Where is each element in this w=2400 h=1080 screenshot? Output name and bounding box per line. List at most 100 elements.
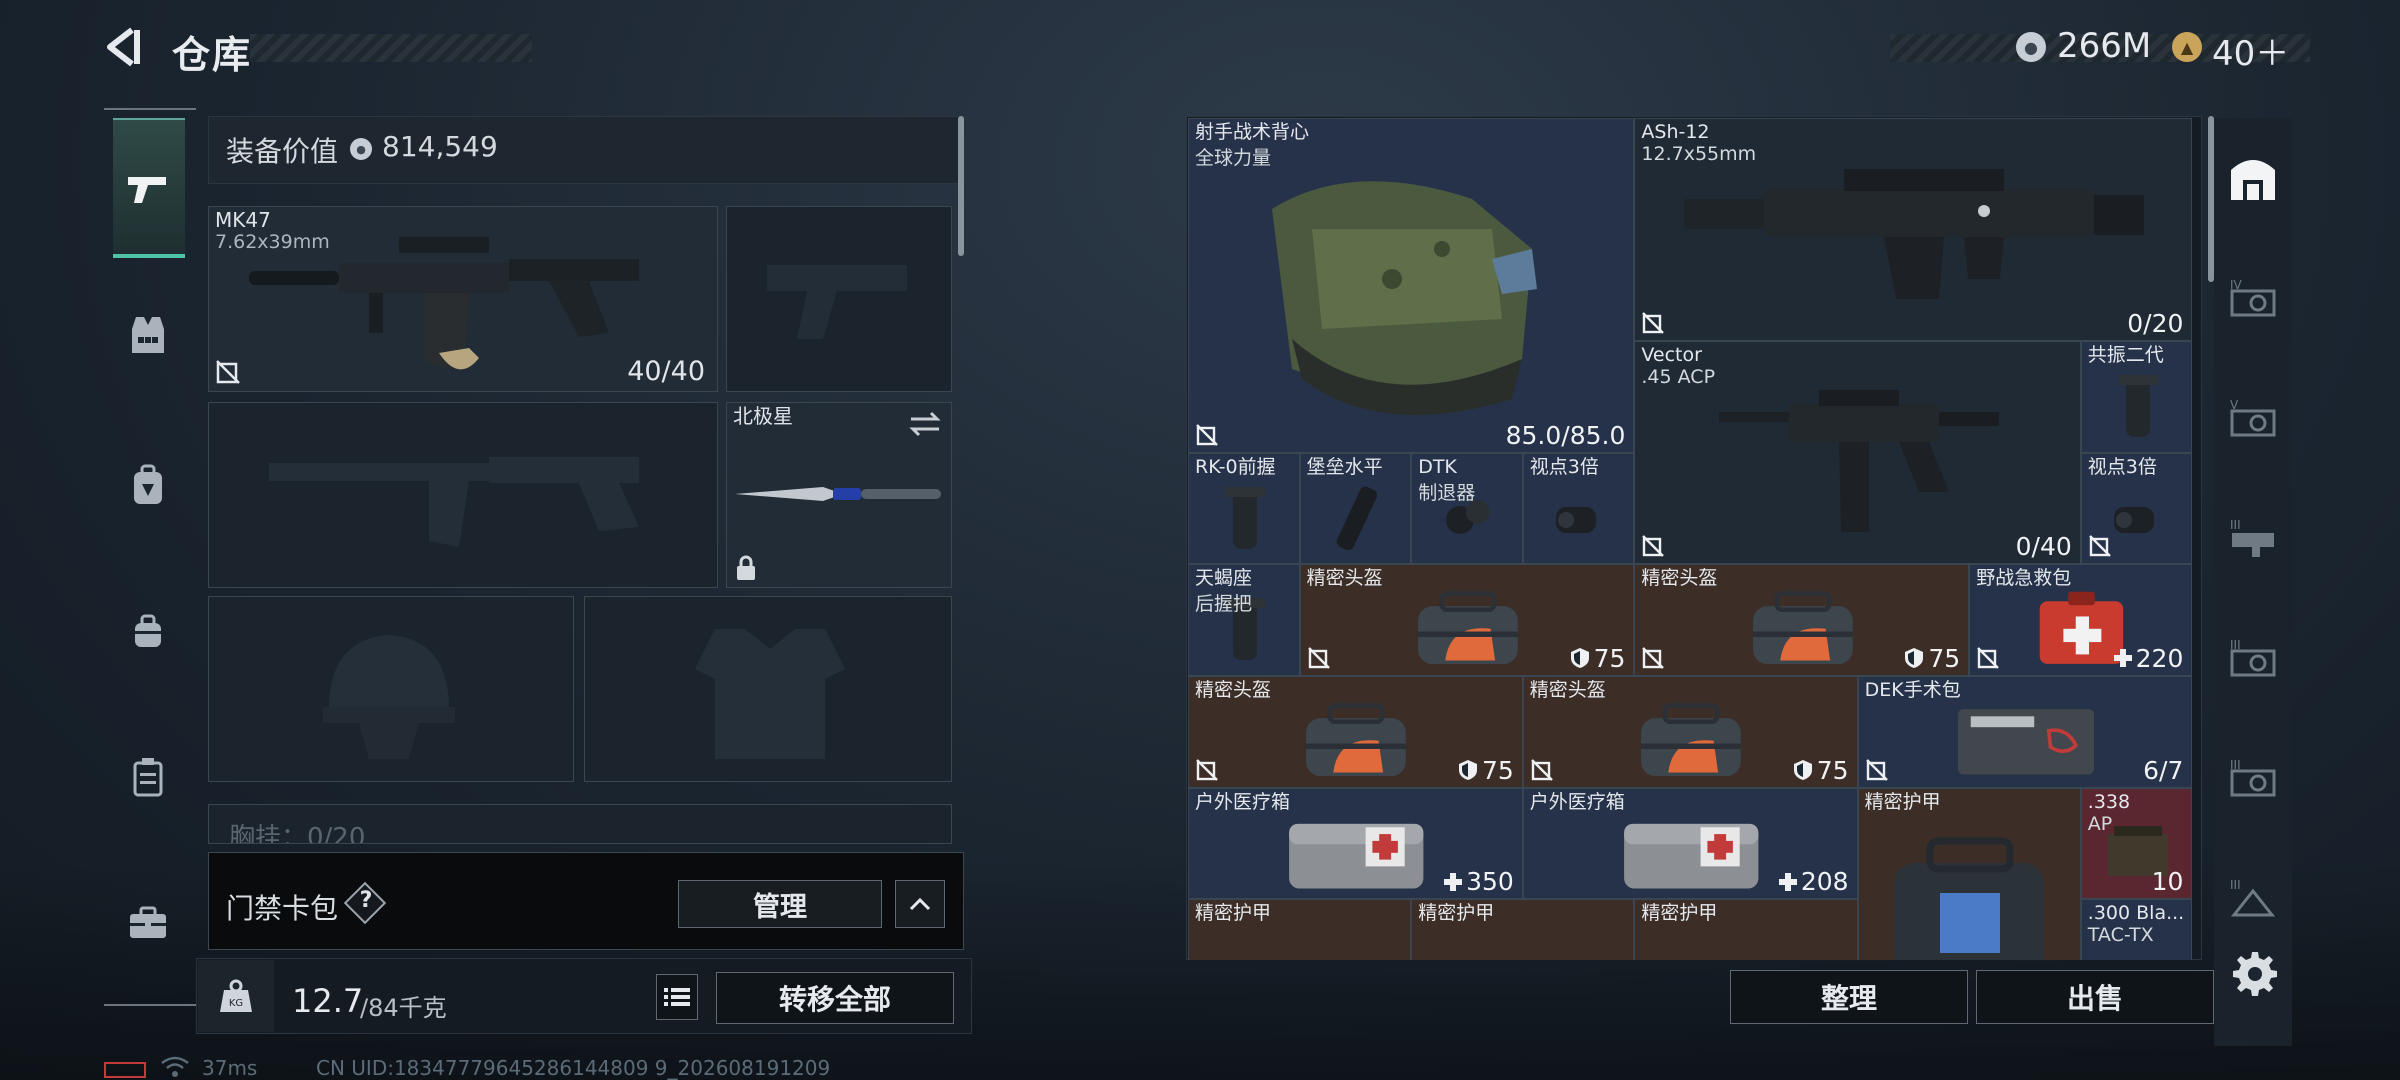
tab-shelf-iii-b[interactable]: III — [2222, 626, 2284, 688]
manage-button[interactable]: 管理 — [678, 880, 882, 928]
stash-item[interactable]: 精密头盔 75 — [1188, 676, 1523, 788]
stash-item[interactable]: 户外医疗箱 350 — [1188, 787, 1523, 900]
item-name: 精密头盔 — [1529, 679, 1606, 701]
page-title: 仓库 — [172, 33, 253, 77]
nav-toolbox[interactable] — [112, 888, 184, 958]
not-insured-icon — [1976, 646, 2000, 670]
item-value: 0/20 — [2127, 309, 2183, 338]
tube-image — [1326, 483, 1386, 553]
primary-weapon-slot[interactable]: MK47 7.62x39mm 40/40 — [208, 206, 718, 392]
nav-weapons[interactable] — [112, 155, 184, 225]
gold-currency-value[interactable]: 40＋ — [2212, 26, 2289, 75]
not-insured-icon — [1530, 758, 1554, 782]
stash-item[interactable]: 精密护甲 — [1188, 899, 1412, 960]
item-value-text: 350 — [1466, 867, 1514, 897]
stash-item[interactable]: ASh-12 12.7x55mm 0/20 — [1634, 118, 2193, 342]
silver-coin-icon: ● — [2016, 32, 2046, 62]
stash-item[interactable]: 精密护甲 — [1857, 787, 2081, 960]
item-value: 75 — [1904, 644, 1960, 673]
item-name: 精密护甲 — [1641, 902, 1718, 925]
stash-item[interactable]: 射手战术背心 全球力量 85.0/85.0 — [1188, 118, 1635, 453]
rifle-slot-empty[interactable] — [208, 402, 718, 588]
tab-shelf-iv[interactable]: IV — [2222, 266, 2284, 328]
rifle-image — [249, 237, 639, 370]
item-subtitle: TAC-TX — [2087, 924, 2154, 947]
armor-placeholder-icon — [695, 629, 845, 759]
lock-icon — [737, 555, 755, 580]
stash-item[interactable]: 精密头盔 75 — [1522, 676, 1858, 788]
item-value: 0/40 — [2016, 532, 2072, 561]
stash-item[interactable]: 野战急救包 220 — [1969, 564, 2193, 676]
stash-item[interactable]: 天蝎座 后握把 — [1188, 564, 1300, 676]
stash-item[interactable]: 精密护甲 — [1411, 899, 1635, 960]
stash-icon — [2231, 160, 2275, 200]
chest-rig-section[interactable]: 胸挂：0/20 — [208, 804, 952, 844]
top-bar: 仓库 ● 266M ▲ 40＋ — [0, 0, 2400, 100]
loadout-scrollbar[interactable] — [958, 116, 964, 256]
stash-item[interactable]: 户外医疗箱 208 — [1522, 787, 1858, 900]
item-name: DEK手术包 — [1864, 679, 1961, 701]
item-name: 精密护甲 — [1418, 902, 1495, 925]
item-name: 精密头盔 — [1306, 567, 1383, 590]
chest-rig-label: 胸挂：0/20 — [229, 823, 366, 844]
item-value: 10 — [2152, 867, 2184, 896]
nav-pouch[interactable] — [112, 596, 184, 666]
transfer-all-button[interactable]: 转移全部 — [716, 972, 954, 1024]
settings-gear-icon[interactable] — [2232, 950, 2278, 996]
armor-shield-icon — [1904, 647, 1924, 669]
stash-item[interactable]: DEK手术包 6/7 — [1857, 676, 2193, 788]
nav-vest[interactable] — [112, 300, 184, 370]
sort-button[interactable]: 整理 — [1730, 970, 1968, 1024]
shelf-iii-d-icon: III — [2230, 878, 2276, 917]
pistol-placeholder-icon — [767, 265, 907, 339]
stash-item[interactable]: 精密护甲 — [1634, 899, 1858, 960]
item-name: 精密头盔 — [1195, 679, 1272, 701]
stash-item[interactable]: 堡垒水平 — [1299, 452, 1412, 565]
tab-shelf-v[interactable]: V — [2222, 386, 2284, 448]
stash-item[interactable]: 精密头盔 75 — [1634, 564, 1970, 676]
stash-item[interactable]: RK-0前握 — [1188, 452, 1300, 565]
item-subtitle: 后握把 — [1195, 593, 1253, 616]
silver-currency-value: 266M — [2057, 26, 2152, 66]
swap-icon[interactable] — [909, 411, 941, 437]
nav-divider — [104, 1004, 196, 1006]
not-insured-icon — [1195, 423, 1219, 447]
tab-stash[interactable] — [2222, 148, 2284, 210]
item-subtitle: 全球力量 — [1195, 147, 1272, 169]
stash-item[interactable]: 视点3倍 — [1522, 452, 1635, 565]
heal-plus-icon — [2113, 649, 2132, 668]
list-view-button[interactable] — [656, 974, 698, 1020]
stash-item[interactable]: .300 Bla... TAC-TX — [2080, 899, 2193, 960]
tab-shelf-iii-c[interactable]: III — [2222, 746, 2284, 808]
nav-case[interactable] — [112, 742, 184, 812]
stash-item[interactable]: 视点3倍 — [2080, 452, 2193, 565]
armor-slot-empty[interactable] — [584, 596, 952, 782]
expand-button[interactable] — [895, 880, 945, 928]
item-value-text: 0/20 — [2127, 309, 2184, 339]
item-name: 户外医疗箱 — [1529, 790, 1625, 813]
stash-item[interactable]: .338 AP 10 — [2080, 787, 2193, 900]
item-value-text: 0/40 — [2015, 532, 2072, 562]
item-value: 75 — [1793, 756, 1849, 785]
armor-shield-icon — [1570, 647, 1590, 669]
stash-item[interactable]: DTK 制退器 — [1411, 452, 1523, 565]
nav-backpack[interactable] — [112, 450, 184, 520]
item-value: 220 — [2113, 644, 2183, 673]
pouch-icon — [135, 614, 161, 647]
case-image — [1949, 700, 2103, 782]
back-arrow-icon[interactable] — [100, 24, 146, 70]
shelf-iii-b-icon: III — [2230, 638, 2276, 677]
heal-plus-icon — [1778, 872, 1797, 891]
secondary-weapon-slot[interactable] — [726, 206, 952, 392]
stash-item[interactable]: Vector .45 ACP 0/40 — [1634, 341, 2081, 565]
helmet-slot-empty[interactable] — [208, 596, 574, 782]
item-value-text: 75 — [1816, 755, 1849, 785]
sell-button[interactable]: 出售 — [1976, 970, 2214, 1024]
stash-grid: 射手战术背心 全球力量 85.0/85.0 ASh-12 12.7x55mm 0/20 Ve… — [1188, 118, 2200, 960]
stash-item[interactable]: 共振二代 — [2080, 341, 2193, 453]
tab-shelf-iii-d[interactable]: III — [2222, 866, 2284, 928]
melee-slot[interactable]: 北极星 — [726, 402, 952, 588]
item-name: 视点3倍 — [1529, 455, 1599, 478]
stash-item[interactable]: 精密头盔 75 — [1299, 564, 1635, 676]
tab-shelf-iii-a[interactable]: III — [2222, 506, 2284, 568]
